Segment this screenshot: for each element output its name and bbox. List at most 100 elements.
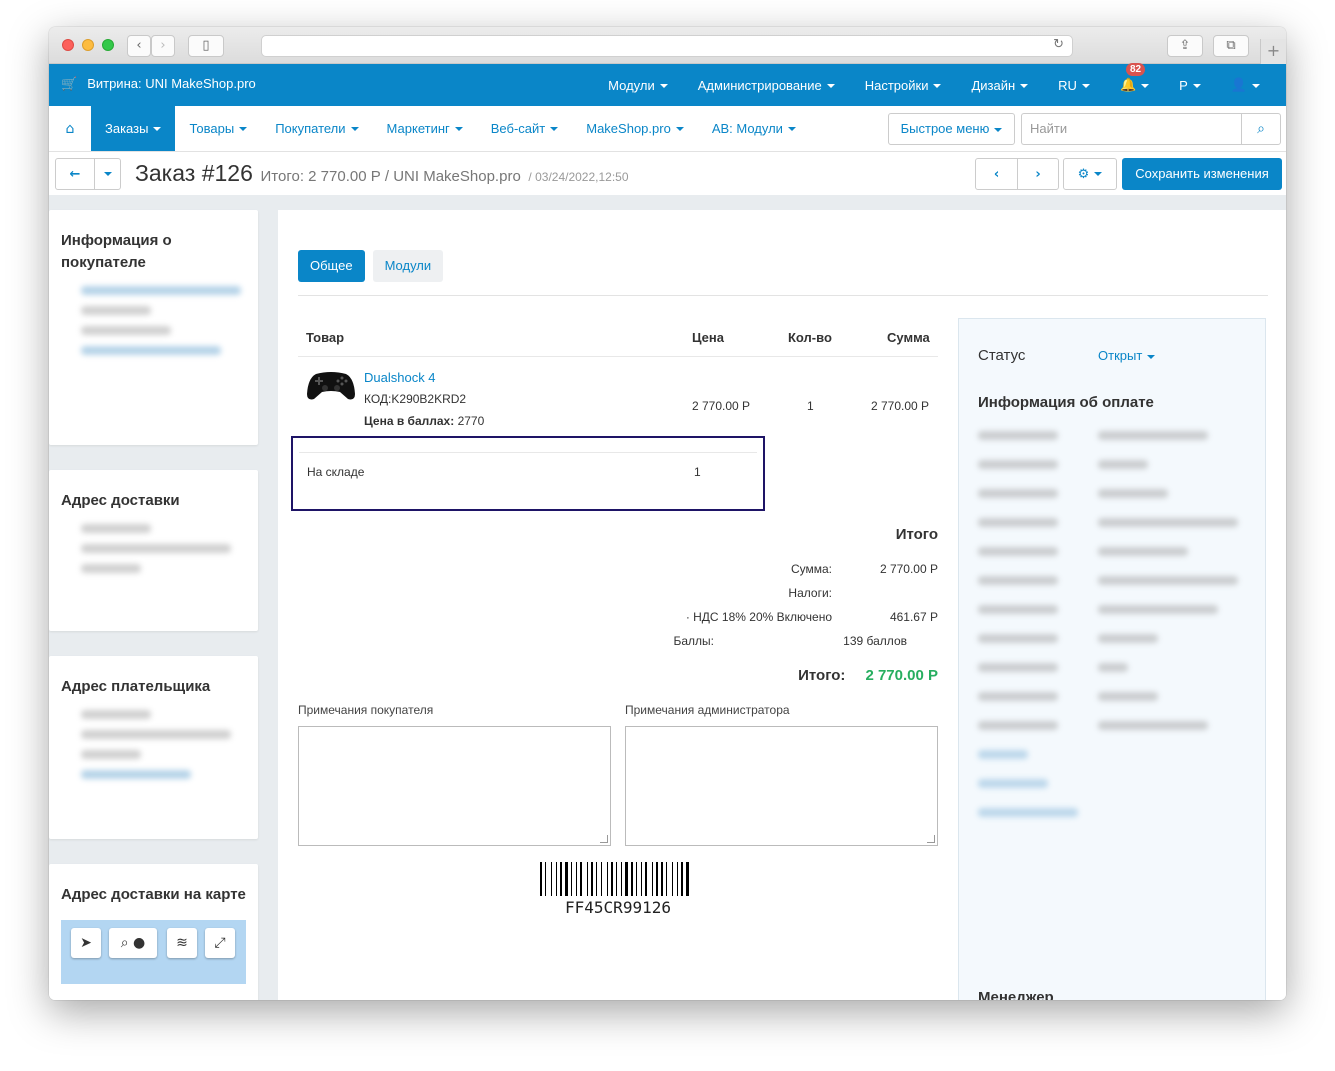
- barcode-bar: [659, 862, 660, 896]
- barcode-bar: [578, 862, 579, 896]
- manager-heading: Менеджер: [978, 989, 1054, 1000]
- barcode-bar: [684, 862, 685, 896]
- barcode-bar: [636, 862, 637, 896]
- barcode-bar: [681, 862, 683, 896]
- menu-settings[interactable]: Настройки: [865, 78, 942, 93]
- new-tab-icon[interactable]: +: [1260, 39, 1286, 64]
- product-sum: 2 770.00 Р: [871, 399, 930, 413]
- storefront-link[interactable]: 🛒 Витрина: UNI MakeShop.pro: [61, 76, 256, 92]
- barcode-bar: [679, 862, 680, 896]
- tab-general[interactable]: Общее: [298, 250, 365, 282]
- billing-address-card: Адрес плательщика: [49, 656, 258, 839]
- barcode-bar: [601, 862, 602, 896]
- barcode-bar: [563, 862, 564, 896]
- barcode-bar: [625, 862, 628, 896]
- status-label: Статус: [978, 347, 1026, 364]
- totals-row: Налоги:: [788, 586, 832, 600]
- menu-currency[interactable]: Р: [1179, 78, 1201, 93]
- order-pager: ‹ ›: [975, 158, 1059, 190]
- nav-customers[interactable]: Покупатели: [261, 106, 372, 151]
- tab-modules[interactable]: Модули: [372, 250, 444, 282]
- bell-icon: 🔔: [1119, 78, 1137, 93]
- product-link[interactable]: Dualshock 4: [364, 370, 436, 385]
- barcode-bar: [677, 862, 678, 896]
- barcode-bar: [690, 862, 691, 896]
- customer-info-card: Информация о покупателе: [49, 210, 258, 445]
- barcode-bar: [551, 862, 552, 896]
- payment-info-heading: Информация об оплате: [978, 394, 1154, 411]
- next-order-icon[interactable]: ›: [1017, 159, 1058, 189]
- shipping-address-card: Адрес доставки: [49, 470, 258, 631]
- zoom-search-icon[interactable]: ⌕ ●: [109, 928, 157, 958]
- user-menu[interactable]: 👤: [1231, 77, 1260, 93]
- col-price: Цена: [692, 330, 724, 345]
- quick-menu-button[interactable]: Быстрое меню: [888, 113, 1015, 145]
- customer-notes-textarea[interactable]: [298, 726, 611, 846]
- notifications-badge: 82: [1125, 63, 1146, 76]
- forward-icon[interactable]: ›: [151, 35, 175, 57]
- search-input[interactable]: Найти: [1021, 113, 1241, 145]
- barcode-bar: [569, 862, 570, 896]
- barcode-bar: [634, 862, 635, 896]
- barcode-bar: [661, 862, 663, 896]
- barcode-bar: [611, 862, 613, 896]
- barcode-bar: [547, 862, 550, 896]
- top-navbar: 🛒 Витрина: UNI MakeShop.pro Модули Админи…: [49, 63, 1286, 106]
- search-icon[interactable]: ⌕: [1241, 113, 1281, 145]
- menu-design[interactable]: Дизайн: [971, 78, 1029, 93]
- status-dropdown[interactable]: Открыт: [1098, 348, 1156, 363]
- barcode-bar: [641, 862, 642, 896]
- barcode-bar: [616, 862, 617, 896]
- address-bar[interactable]: ↻: [261, 35, 1073, 57]
- home-icon[interactable]: ⌂: [49, 106, 91, 151]
- barcode-bar: [583, 862, 586, 896]
- totals-heading: Итого: [895, 526, 938, 543]
- barcode-bar: [638, 862, 640, 896]
- notifications-menu[interactable]: 🔔 82: [1119, 63, 1150, 93]
- sidebar-toggle-icon[interactable]: ▯: [188, 35, 224, 57]
- back-arrow-icon[interactable]: ←: [56, 159, 94, 189]
- save-changes-button[interactable]: Сохранить изменения: [1122, 158, 1282, 190]
- barcode-bar: [666, 862, 667, 896]
- nav-orders[interactable]: Заказы: [91, 106, 176, 151]
- barcode-bar: [656, 862, 658, 896]
- share-icon[interactable]: ⇪: [1167, 35, 1203, 57]
- back-button-group: ←: [55, 158, 121, 190]
- close-window-button[interactable]: [62, 39, 74, 51]
- nav-products[interactable]: Товары: [175, 106, 261, 151]
- stock-row-highlight: На складе 1: [291, 436, 765, 511]
- col-sum: Сумма: [887, 330, 930, 345]
- menu-language[interactable]: RU: [1058, 78, 1090, 93]
- gear-icon[interactable]: ⚙: [1064, 159, 1116, 189]
- barcode-bar: [558, 862, 559, 896]
- locate-icon[interactable]: ➤: [71, 928, 101, 958]
- barcode-bar: [545, 862, 546, 896]
- barcode-bar: [560, 862, 562, 896]
- barcode-bar: [607, 862, 608, 896]
- nav-ab-modules[interactable]: АВ: Модули: [698, 106, 810, 151]
- grand-total: Итого: 2 770.00 Р: [798, 667, 938, 684]
- tabs-overview-icon[interactable]: ⧉: [1213, 35, 1249, 57]
- barcode-bar: [571, 862, 572, 896]
- menu-administration[interactable]: Администрирование: [698, 78, 835, 93]
- back-icon[interactable]: ‹: [127, 35, 151, 57]
- barcode-bar: [603, 862, 606, 896]
- nav-website[interactable]: Веб-сайт: [477, 106, 572, 151]
- browser-toolbar: ‹ › ▯ ↻ ⇪ ⧉ +: [49, 27, 1286, 64]
- barcode-bar: [623, 862, 624, 896]
- content-area: Информация о покупателе Адрес доставки А…: [49, 195, 1286, 1000]
- fullscreen-icon[interactable]: ⤢: [205, 928, 235, 958]
- reload-icon[interactable]: ↻: [1053, 37, 1064, 52]
- prev-order-icon[interactable]: ‹: [976, 159, 1017, 189]
- nav-makeshop[interactable]: MakeShop.pro: [572, 106, 698, 151]
- menu-modules[interactable]: Модули: [608, 78, 668, 93]
- back-dropdown-icon[interactable]: [94, 159, 120, 189]
- admin-notes-textarea[interactable]: [625, 726, 938, 846]
- barcode-bar: [652, 862, 653, 896]
- zoom-window-button[interactable]: [102, 39, 114, 51]
- layers-icon[interactable]: ≋: [167, 928, 197, 958]
- minimize-window-button[interactable]: [82, 39, 94, 51]
- totals-row: Сумма: 2 770.00 Р: [790, 562, 938, 576]
- nav-marketing[interactable]: Маркетинг: [373, 106, 477, 151]
- map-view[interactable]: ➤ ⌕ ● ≋ ⤢: [61, 920, 246, 984]
